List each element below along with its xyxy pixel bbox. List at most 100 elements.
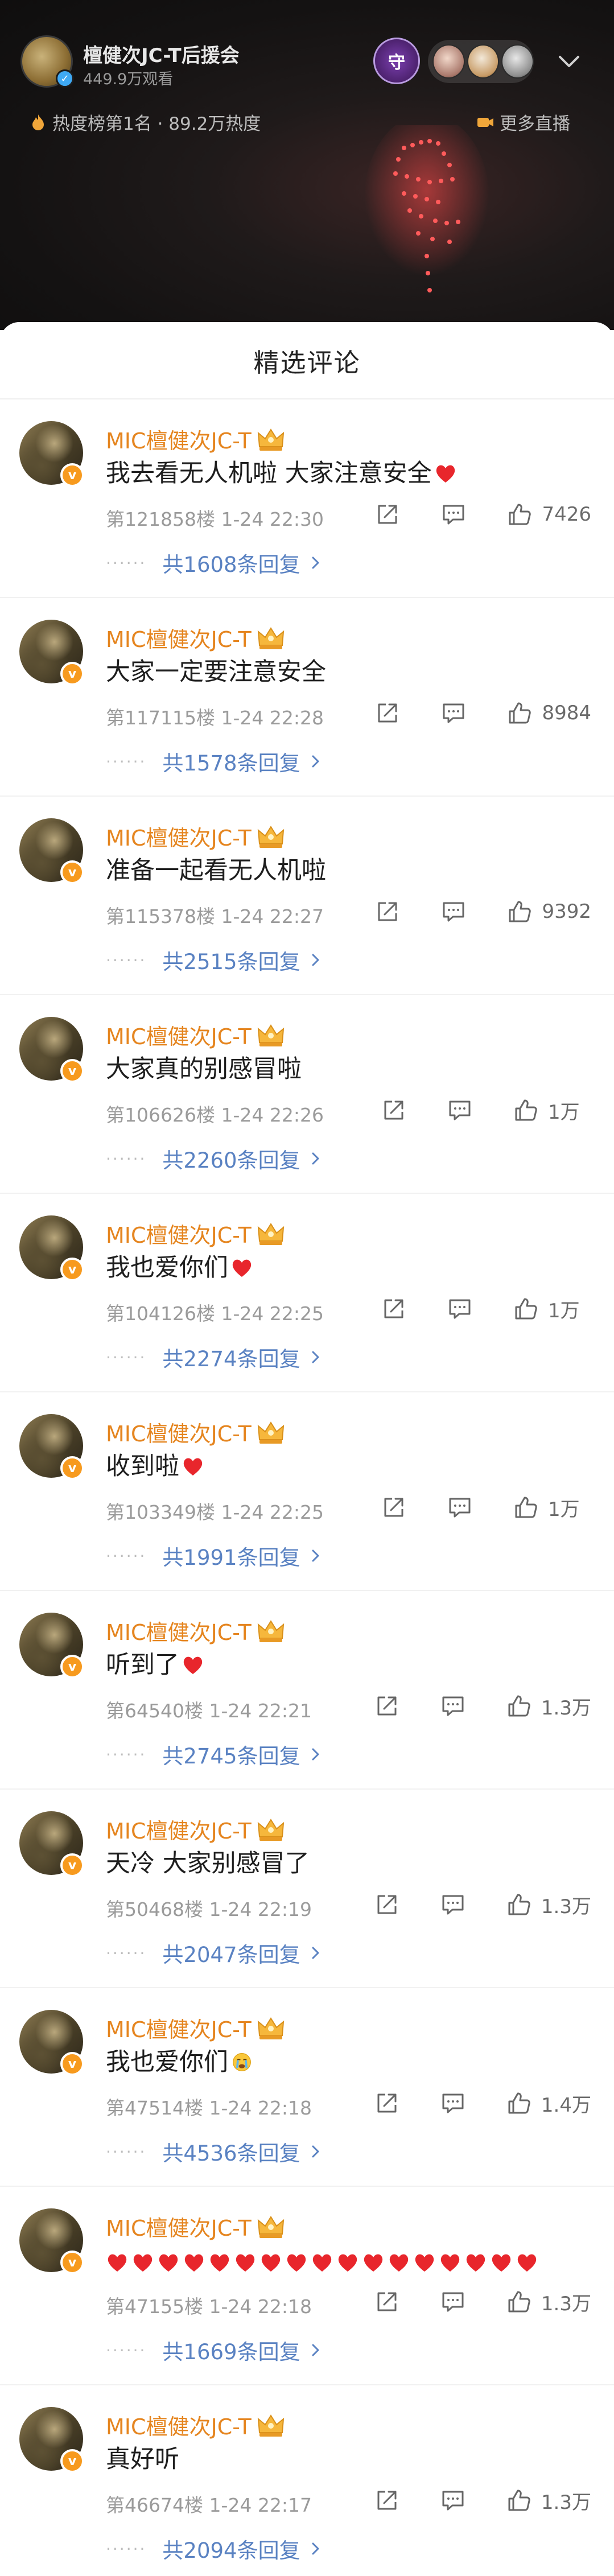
reply-icon[interactable] bbox=[440, 2289, 466, 2315]
reply-icon[interactable] bbox=[447, 1494, 473, 1520]
author-name[interactable]: MIC檀健次JC-T bbox=[106, 1813, 252, 1845]
comment-text: 天冷 大家别感冒了 bbox=[106, 1847, 310, 1881]
viewer-avatar[interactable] bbox=[432, 44, 465, 79]
replies-row[interactable]: ······ 共4536条回复 bbox=[106, 2136, 323, 2167]
view-replies-link[interactable]: 共2047条回复 bbox=[162, 1938, 300, 1968]
author-name[interactable]: MIC檀健次JC-T bbox=[106, 2211, 252, 2242]
viewer-avatar[interactable] bbox=[467, 44, 500, 79]
replies-row[interactable]: ······ 共1991条回复 bbox=[106, 1540, 323, 1571]
view-replies-link[interactable]: 共2515条回复 bbox=[162, 945, 300, 975]
host-name[interactable]: 檀健次JC-T后援会 bbox=[83, 40, 240, 68]
reply-icon[interactable] bbox=[440, 1891, 466, 1918]
reply-icon[interactable] bbox=[440, 898, 467, 925]
share-icon[interactable] bbox=[374, 2090, 400, 2116]
reply-icon[interactable] bbox=[440, 2090, 466, 2116]
view-replies-link[interactable]: 共2094条回复 bbox=[162, 2533, 300, 2564]
chevron-right-icon[interactable] bbox=[308, 1350, 323, 1365]
thumbs-up-icon[interactable] bbox=[506, 1693, 532, 1719]
thumbs-up-icon[interactable] bbox=[513, 1494, 539, 1520]
thumbs-up-icon[interactable] bbox=[513, 1097, 539, 1123]
chevron-down-icon[interactable] bbox=[557, 49, 582, 74]
author-name[interactable]: MIC檀健次JC-T bbox=[106, 622, 252, 653]
author-name[interactable]: MIC檀健次JC-T bbox=[106, 1416, 252, 1448]
chevron-right-icon[interactable] bbox=[308, 1747, 323, 1762]
share-icon[interactable] bbox=[381, 1494, 407, 1520]
comment-author[interactable]: MIC檀健次JC-T bbox=[106, 622, 287, 653]
replies-row[interactable]: ······ 共2094条回复 bbox=[106, 2533, 323, 2564]
chevron-right-icon[interactable] bbox=[308, 1151, 323, 1166]
more-live-button[interactable]: 更多直播 bbox=[476, 109, 570, 135]
replies-row[interactable]: ······ 共1669条回复 bbox=[106, 2335, 323, 2365]
thumbs-up-icon[interactable] bbox=[506, 898, 533, 925]
view-replies-link[interactable]: 共2745条回复 bbox=[162, 1739, 300, 1770]
replies-row[interactable]: ······ 共1608条回复 bbox=[106, 547, 323, 578]
author-name[interactable]: MIC檀健次JC-T bbox=[106, 1218, 252, 1249]
comment-author[interactable]: MIC檀健次JC-T bbox=[106, 1019, 287, 1050]
chevron-right-icon[interactable] bbox=[308, 1946, 323, 1960]
replies-row[interactable]: ······ 共1578条回复 bbox=[106, 746, 323, 777]
view-replies-link[interactable]: 共2260条回复 bbox=[162, 1143, 300, 1174]
reply-icon[interactable] bbox=[440, 1693, 466, 1719]
author-name[interactable]: MIC檀健次JC-T bbox=[106, 423, 252, 455]
comment-author[interactable]: MIC檀健次JC-T bbox=[106, 1218, 287, 1249]
share-icon[interactable] bbox=[381, 1097, 407, 1123]
thumbs-up-icon[interactable] bbox=[506, 2090, 532, 2116]
share-icon[interactable] bbox=[374, 1891, 400, 1918]
share-icon[interactable] bbox=[374, 2289, 400, 2315]
share-icon[interactable] bbox=[374, 1693, 400, 1719]
thumbs-up-icon[interactable] bbox=[506, 501, 533, 527]
thumbs-up-icon[interactable] bbox=[506, 2487, 532, 2513]
view-replies-link[interactable]: 共1608条回复 bbox=[162, 547, 300, 578]
share-icon[interactable] bbox=[374, 700, 401, 726]
chevron-right-icon[interactable] bbox=[308, 953, 323, 967]
comment-author[interactable]: MIC檀健次JC-T bbox=[106, 423, 287, 455]
share-icon[interactable] bbox=[374, 2487, 400, 2513]
chevron-right-icon[interactable] bbox=[308, 754, 323, 769]
reply-icon[interactable] bbox=[440, 501, 467, 527]
author-name[interactable]: MIC檀健次JC-T bbox=[106, 1019, 252, 1050]
author-name[interactable]: MIC檀健次JC-T bbox=[106, 2409, 252, 2441]
reply-icon[interactable] bbox=[447, 1296, 473, 1322]
view-replies-link[interactable]: 共2274条回复 bbox=[162, 1342, 300, 1373]
replies-row[interactable]: ······ 共2260条回复 bbox=[106, 1143, 323, 1174]
comment-author[interactable]: MIC檀健次JC-T bbox=[106, 1416, 287, 1448]
comment-author[interactable]: MIC檀健次JC-T bbox=[106, 821, 287, 852]
heat-rank[interactable]: 热度榜第1名 · 89.2万热度 bbox=[28, 109, 261, 135]
top-viewers[interactable] bbox=[428, 40, 534, 83]
author-name[interactable]: MIC檀健次JC-T bbox=[106, 1615, 252, 1646]
viewer-avatar[interactable] bbox=[501, 44, 534, 79]
comment-author[interactable]: MIC檀健次JC-T bbox=[106, 2211, 287, 2242]
view-replies-link[interactable]: 共1991条回复 bbox=[162, 1540, 300, 1571]
comment-author[interactable]: MIC檀健次JC-T bbox=[106, 1813, 287, 1845]
chevron-right-icon[interactable] bbox=[308, 555, 323, 570]
replies-row[interactable]: ······ 共2274条回复 bbox=[106, 1342, 323, 1373]
comment-author[interactable]: MIC檀健次JC-T bbox=[106, 2409, 287, 2441]
reply-icon[interactable] bbox=[447, 1097, 473, 1123]
replies-row[interactable]: ······ 共2745条回复 bbox=[106, 1739, 323, 1770]
share-icon[interactable] bbox=[374, 898, 401, 925]
thumbs-up-icon[interactable] bbox=[513, 1296, 539, 1322]
replies-row[interactable]: ······ 共2515条回复 bbox=[106, 945, 323, 975]
author-name[interactable]: MIC檀健次JC-T bbox=[106, 2012, 252, 2043]
comment-author[interactable]: MIC檀健次JC-T bbox=[106, 1615, 287, 1646]
floor-number: 第47514楼 bbox=[106, 2097, 203, 2119]
floor-number: 第115378楼 bbox=[106, 905, 215, 928]
view-replies-link[interactable]: 共1578条回复 bbox=[162, 746, 300, 777]
share-icon[interactable] bbox=[381, 1296, 407, 1322]
reply-icon[interactable] bbox=[440, 700, 467, 726]
chevron-right-icon[interactable] bbox=[308, 2144, 323, 2159]
author-name[interactable]: MIC檀健次JC-T bbox=[106, 821, 252, 852]
comment-author[interactable]: MIC檀健次JC-T bbox=[106, 2012, 287, 2043]
thumbs-up-icon[interactable] bbox=[506, 2289, 532, 2315]
reply-icon[interactable] bbox=[440, 2487, 466, 2513]
chevron-right-icon[interactable] bbox=[308, 2541, 323, 2556]
guard-badge[interactable]: 守 bbox=[373, 38, 420, 84]
chevron-right-icon[interactable] bbox=[308, 1548, 323, 1563]
view-replies-link[interactable]: 共1669条回复 bbox=[162, 2335, 300, 2365]
share-icon[interactable] bbox=[374, 501, 401, 527]
thumbs-up-icon[interactable] bbox=[506, 1891, 532, 1918]
view-replies-link[interactable]: 共4536条回复 bbox=[162, 2136, 300, 2167]
thumbs-up-icon[interactable] bbox=[506, 700, 533, 726]
replies-row[interactable]: ······ 共2047条回复 bbox=[106, 1938, 323, 1968]
chevron-right-icon[interactable] bbox=[308, 2343, 323, 2357]
